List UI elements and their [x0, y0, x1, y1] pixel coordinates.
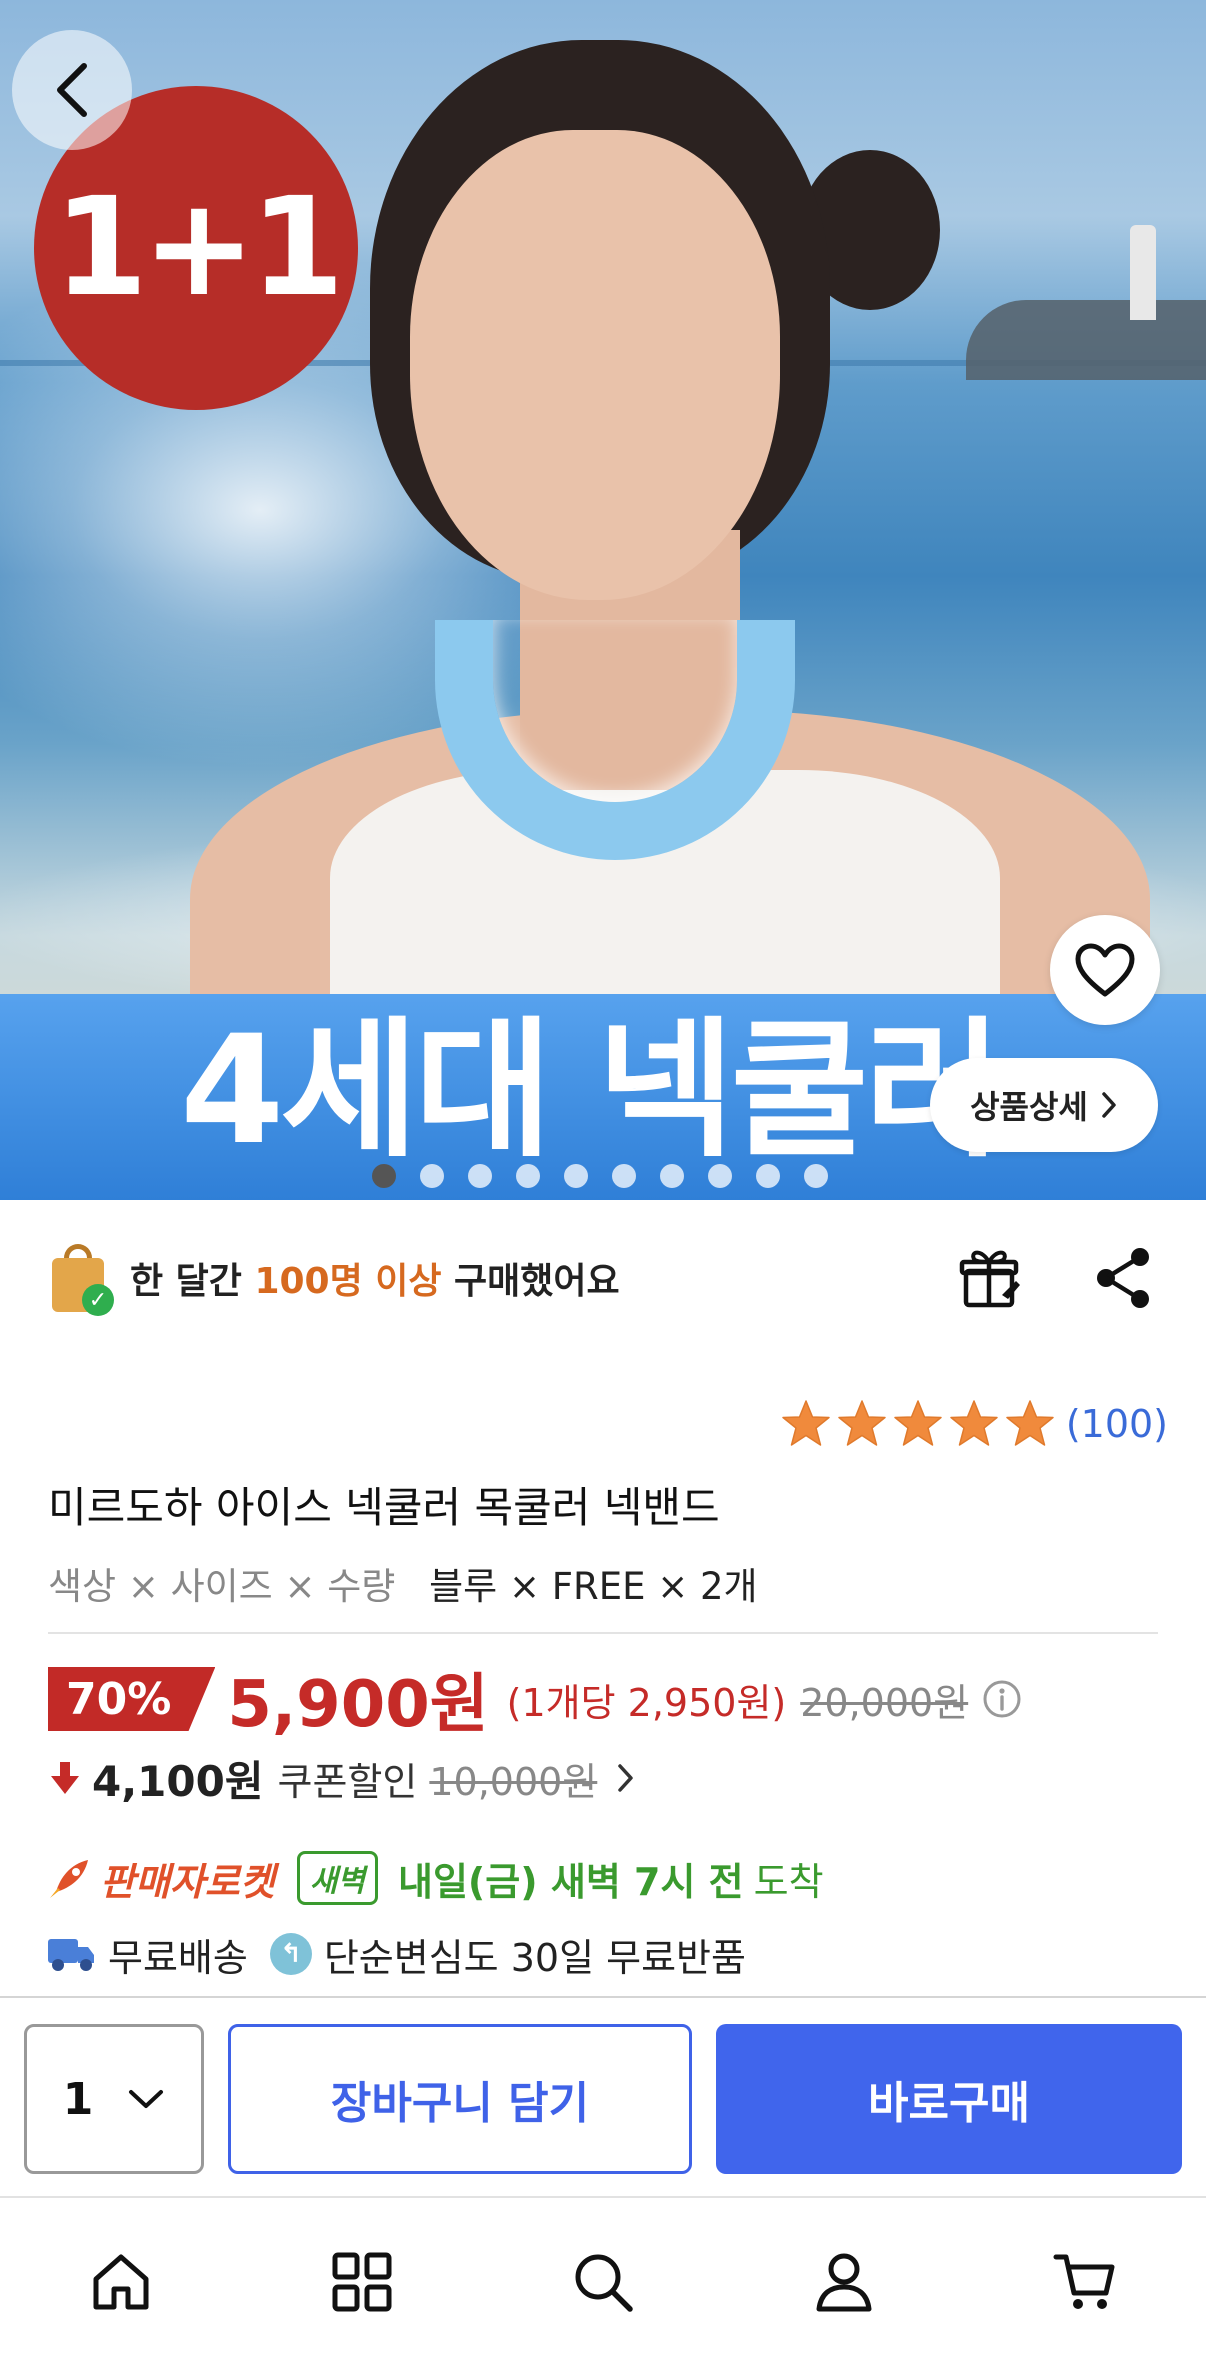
review-count[interactable]: (100) [1066, 1402, 1168, 1446]
coupon-row[interactable]: 4,100원 쿠폰할인 10,000원 [50, 1748, 637, 1808]
tab-my-page[interactable] [804, 2242, 884, 2322]
purchase-count-text: 한 달간 100명 이상 구매했어요 [130, 1261, 620, 1302]
coupon-original-price: 10,000원 [429, 1759, 598, 1804]
carousel-dot[interactable] [708, 1164, 732, 1188]
star-icon [894, 1400, 942, 1446]
chevron-right-icon [618, 1764, 634, 1792]
buy-now-button[interactable]: 바로구매 [716, 2024, 1182, 2174]
share-icon[interactable] [1092, 1245, 1156, 1311]
tab-cart[interactable] [1045, 2242, 1125, 2322]
chevron-left-icon [57, 63, 87, 117]
chevron-right-icon [1102, 1092, 1116, 1118]
carousel-dot[interactable] [468, 1164, 492, 1188]
carousel-dot[interactable] [372, 1164, 396, 1188]
model-photo [190, 30, 1150, 1130]
wishlist-button[interactable] [1050, 915, 1160, 1025]
arrow-down-icon [51, 1762, 79, 1794]
lighthouse [1130, 225, 1156, 320]
search-icon [575, 2254, 633, 2312]
free-shipping: 무료배송 [108, 1935, 248, 1980]
tab-category[interactable] [322, 2242, 402, 2322]
rocket-icon [50, 1860, 88, 1898]
coupon-label: 쿠폰할인 [277, 1759, 418, 1804]
tab-search[interactable] [563, 2242, 643, 2322]
truck-icon [48, 1939, 94, 1971]
arrival-suffix: 도착 [753, 1859, 824, 1904]
carousel-dot[interactable] [420, 1164, 444, 1188]
product-image-carousel[interactable]: 1+1 4세대 넥쿨러 [0, 0, 1206, 1200]
user-icon [816, 2253, 872, 2312]
product-detail-button[interactable]: 상품상세 [930, 1058, 1158, 1152]
purchase-action-bar: 1 장바구니 담기 바로구매 [0, 1996, 1206, 2196]
discount-badge: 70% [48, 1667, 216, 1731]
rating-summary[interactable]: (100) [780, 1398, 1168, 1450]
home-icon [93, 2254, 149, 2310]
banner-text: 4세대 넥쿨러 [180, 1004, 1003, 1178]
cart-icon [1053, 2254, 1115, 2309]
star-icon [950, 1400, 998, 1446]
bottom-tab-bar [0, 2196, 1206, 2353]
coupon-amount: 4,100원 [92, 1756, 264, 1806]
star-icon [838, 1400, 886, 1446]
carousel-dot[interactable] [660, 1164, 684, 1188]
shipping-row: 무료배송 ↰ 단순변심도 30일 무료반품 [46, 1926, 746, 1982]
quantity-value: 1 [62, 2073, 94, 2125]
gift-icon[interactable] [958, 1245, 1024, 1311]
delivery-row: 판매자로켓 새벽 내일(금) 새벽 7시 전 도착 [46, 1848, 824, 1908]
carousel-dots [372, 1164, 828, 1188]
divider [48, 1632, 1158, 1634]
unit-price: (1개당 2,950원) [506, 1680, 787, 1725]
star-icon [782, 1400, 830, 1446]
back-button[interactable] [12, 30, 132, 150]
heart-icon [1075, 943, 1135, 997]
selected-options[interactable]: 색상 × 사이즈 × 수량 블루 × FREE × 2개 [48, 1556, 758, 1610]
chevron-down-icon [129, 2090, 164, 2108]
tab-home[interactable] [81, 2242, 161, 2322]
original-price: 20,000원 [800, 1680, 969, 1725]
carousel-dot[interactable] [756, 1164, 780, 1188]
return-policy: 단순변심도 30일 무료반품 [323, 1935, 746, 1980]
detail-label: 상품상세 [970, 1088, 1088, 1126]
shopping-bag-icon: ✓ [50, 1244, 114, 1316]
category-icon [332, 2252, 392, 2312]
rocket-label: 판매자로켓 [100, 1859, 275, 1904]
info-icon[interactable] [982, 1679, 1022, 1719]
model-face [410, 130, 780, 600]
carousel-dot[interactable] [564, 1164, 588, 1188]
option-labels: 색상 × 사이즈 × 수량 [48, 1565, 396, 1608]
purchase-count-highlight: 100명 이상 [254, 1261, 442, 1302]
price-row: 70% 5,900원 (1개당 2,950원) 20,000원 [48, 1662, 1022, 1742]
product-title: 미르도하 아이스 넥쿨러 목쿨러 넥밴드 [48, 1483, 720, 1532]
quantity-select[interactable]: 1 [24, 2024, 204, 2174]
sale-price: 5,900원 [227, 1668, 489, 1742]
carousel-dot[interactable] [516, 1164, 540, 1188]
arrival-time: 내일(금) 새벽 7시 전 [398, 1859, 744, 1904]
star-icon [1006, 1400, 1054, 1446]
return-icon: ↰ [269, 1933, 312, 1975]
dawn-delivery-badge: 새벽 [296, 1851, 379, 1905]
option-values: 블루 × FREE × 2개 [429, 1565, 758, 1608]
add-to-cart-button[interactable]: 장바구니 담기 [228, 2024, 692, 2174]
carousel-dot[interactable] [612, 1164, 636, 1188]
carousel-dot[interactable] [804, 1164, 828, 1188]
